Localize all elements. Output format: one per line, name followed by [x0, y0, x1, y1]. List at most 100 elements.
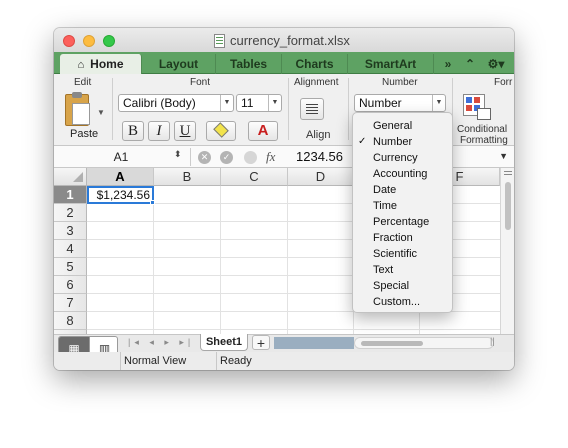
column-header-c[interactable]: C: [221, 168, 288, 186]
group-title-alignment: Alignment: [294, 77, 339, 88]
row-header-3[interactable]: 3: [54, 222, 87, 240]
menu-item-time[interactable]: Time: [353, 198, 452, 214]
number-format-value: Number: [359, 96, 402, 110]
more-tabs-icon[interactable]: »: [438, 54, 458, 74]
gridline: [220, 186, 221, 334]
add-sheet-button[interactable]: +: [252, 335, 270, 350]
tab-smartart[interactable]: SmartArt: [348, 54, 434, 74]
paste-button-label[interactable]: Paste: [70, 128, 98, 140]
ribbon-tab-bar: ⌂ Home Layout Tables Charts SmartArt » ⌃ …: [54, 52, 514, 74]
name-box-stepper-icon[interactable]: ⬍: [174, 149, 182, 160]
gear-icon[interactable]: ⚙▾: [482, 54, 510, 74]
menu-item-date[interactable]: Date: [353, 182, 452, 198]
menu-item-number-label: Number: [373, 136, 413, 148]
vertical-scroll-thumb[interactable]: [505, 182, 511, 230]
menu-item-fraction[interactable]: Fraction: [353, 230, 452, 246]
fx-label[interactable]: fx: [266, 149, 275, 165]
tab-home-label: Home: [90, 57, 124, 71]
group-title-font: Font: [190, 77, 211, 88]
menu-item-scientific[interactable]: Scientific: [353, 246, 452, 262]
fill-color-button[interactable]: [206, 121, 236, 141]
zoom-window-button[interactable]: [103, 35, 115, 47]
conditional-formatting-icon[interactable]: [463, 94, 493, 120]
group-title-number: Number: [382, 77, 418, 88]
conditional-formatting-label-line1[interactable]: Conditional: [457, 124, 507, 135]
name-box[interactable]: A1: [56, 148, 186, 166]
tab-home[interactable]: ⌂ Home: [60, 54, 142, 74]
home-icon: ⌂: [77, 59, 85, 71]
align-button-label[interactable]: Align: [306, 129, 330, 141]
status-state: Ready: [220, 355, 252, 367]
column-header-b[interactable]: B: [154, 168, 221, 186]
menu-item-number[interactable]: ✓ Number: [353, 134, 452, 150]
expand-formula-bar-icon[interactable]: ▼: [499, 151, 508, 161]
cancel-entry-icon[interactable]: ✕: [198, 151, 211, 164]
font-name-select[interactable]: Calibri (Body) ▼: [118, 94, 234, 112]
sheet-tab-sheet1[interactable]: Sheet1: [200, 334, 248, 351]
paste-options-caret-icon[interactable]: ▼: [97, 108, 105, 117]
tab-tables[interactable]: Tables: [216, 54, 282, 74]
split-handle-icon[interactable]: [504, 171, 512, 172]
row-header-2[interactable]: 2: [54, 204, 87, 222]
number-format-dropdown-menu: General ✓ Number Currency Accounting Date…: [352, 112, 453, 313]
align-icon[interactable]: [300, 98, 324, 120]
menu-item-custom[interactable]: Custom...: [353, 294, 452, 310]
tab-layout[interactable]: Layout: [142, 54, 216, 74]
tab-charts[interactable]: Charts: [282, 54, 348, 74]
collapse-ribbon-icon[interactable]: ⌃: [460, 54, 480, 74]
chevron-down-icon: ▼: [432, 95, 445, 111]
select-all-corner[interactable]: [54, 168, 87, 186]
menu-item-accounting[interactable]: Accounting: [353, 166, 452, 182]
fill-handle[interactable]: [150, 200, 155, 205]
group-divider: [288, 78, 289, 140]
group-divider: [112, 78, 113, 140]
vertical-scrollbar[interactable]: [500, 168, 514, 334]
font-size-select[interactable]: 11 ▼: [236, 94, 282, 112]
spreadsheet-document-icon: [214, 34, 225, 48]
font-size-value: 11: [241, 96, 254, 110]
paste-clipboard-icon[interactable]: [65, 92, 90, 126]
sheet-navigation-arrows-icon[interactable]: |◂ ◂ ▸ ▸|: [128, 337, 194, 348]
font-name-value: Calibri (Body): [123, 96, 196, 110]
row-header-7[interactable]: 7: [54, 294, 87, 312]
status-divider: [216, 352, 217, 370]
underline-button[interactable]: U: [174, 121, 196, 141]
menu-item-general[interactable]: General: [353, 118, 452, 134]
split-handle-icon[interactable]: ||: [490, 336, 495, 346]
row-header-5[interactable]: 5: [54, 258, 87, 276]
row-header-1[interactable]: 1: [54, 186, 87, 204]
paint-bucket-icon: [213, 122, 229, 138]
conditional-formatting-label-line2[interactable]: Formatting: [460, 135, 508, 146]
bold-button[interactable]: B: [122, 121, 144, 141]
minimize-window-button[interactable]: [83, 35, 95, 47]
formula-input[interactable]: 1234.56: [296, 149, 343, 164]
number-format-select[interactable]: Number ▼: [354, 94, 446, 112]
menu-item-percentage[interactable]: Percentage: [353, 214, 452, 230]
italic-button[interactable]: I: [148, 121, 170, 141]
gridline: [287, 186, 288, 334]
column-header-d[interactable]: D: [288, 168, 354, 186]
menu-item-text[interactable]: Text: [353, 262, 452, 278]
chevron-down-icon: ▼: [268, 95, 281, 111]
sheet-tab-scroll-area: [274, 337, 354, 349]
function-wizard-icon[interactable]: [244, 151, 257, 164]
horizontal-scrollbar[interactable]: [354, 337, 494, 349]
row-header-8[interactable]: 8: [54, 312, 87, 330]
group-title-edit: Edit: [74, 77, 92, 88]
confirm-entry-icon[interactable]: ✓: [220, 151, 233, 164]
window-title: currency_format.xlsx: [230, 33, 350, 48]
close-window-button[interactable]: [63, 35, 75, 47]
row-header-6[interactable]: 6: [54, 276, 87, 294]
formula-bar-divider: [190, 148, 191, 166]
menu-item-currency[interactable]: Currency: [353, 150, 452, 166]
group-divider: [348, 78, 349, 140]
cell-a1[interactable]: $1,234.56: [87, 186, 154, 204]
menu-item-special[interactable]: Special: [353, 278, 452, 294]
row-header-4[interactable]: 4: [54, 240, 87, 258]
horizontal-scroll-thumb[interactable]: [361, 341, 423, 346]
font-color-button[interactable]: A: [248, 121, 278, 141]
gridline: [87, 329, 500, 330]
status-bar: [54, 352, 514, 370]
status-divider: [120, 352, 121, 370]
column-header-a[interactable]: A: [87, 168, 154, 186]
